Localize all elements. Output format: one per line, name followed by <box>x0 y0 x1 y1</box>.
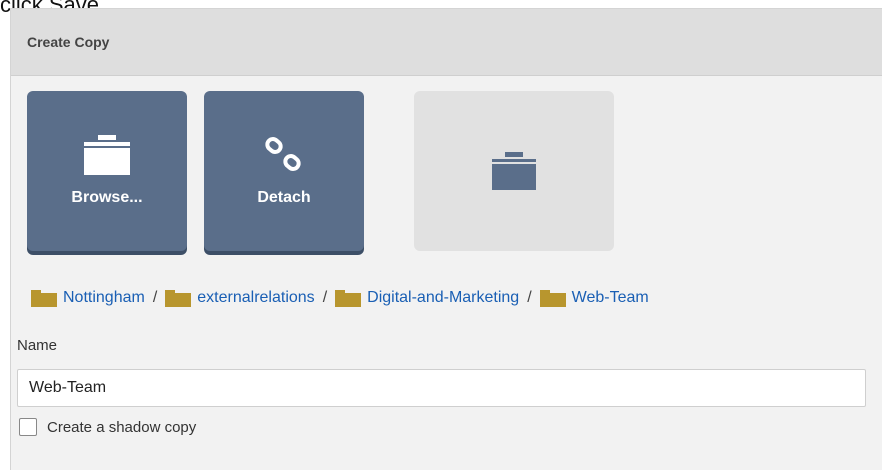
browse-button[interactable]: Browse... <box>27 91 187 251</box>
folder-icon <box>165 289 192 307</box>
breadcrumb-label: Web-Team <box>571 289 649 306</box>
breadcrumb-item-digital-and-marketing[interactable]: Digital-and-Marketing <box>335 289 519 307</box>
name-input[interactable] <box>17 369 866 407</box>
panel-title: Create Copy <box>27 34 110 50</box>
chain-link-icon <box>265 137 301 171</box>
shadow-copy-row: Create a shadow copy <box>19 418 196 436</box>
breadcrumb-label: externalrelations <box>197 289 315 306</box>
folder-icon <box>335 289 362 307</box>
folder-icon <box>492 152 536 190</box>
panel-header: Create Copy <box>11 9 882 76</box>
preview-tile <box>414 91 614 251</box>
breadcrumb: Nottingham / externalrelations / Digital… <box>31 289 649 307</box>
detach-button[interactable]: Detach <box>204 91 364 251</box>
shadow-copy-label[interactable]: Create a shadow copy <box>47 419 196 436</box>
folder-icon <box>84 135 130 175</box>
breadcrumb-separator: / <box>152 289 158 306</box>
breadcrumb-item-nottingham[interactable]: Nottingham <box>31 289 145 307</box>
breadcrumb-item-externalrelations[interactable]: externalrelations <box>165 289 315 307</box>
breadcrumb-item-web-team[interactable]: Web-Team <box>539 289 649 307</box>
breadcrumb-separator: / <box>527 289 532 306</box>
detach-label: Detach <box>257 189 311 206</box>
breadcrumb-label: Nottingham <box>63 289 145 306</box>
breadcrumb-label: Digital-and-Marketing <box>367 289 520 306</box>
folder-icon <box>31 289 57 307</box>
breadcrumb-separator: / <box>322 289 328 306</box>
name-label: Name <box>17 337 58 354</box>
browse-label: Browse... <box>71 189 143 206</box>
folder-icon <box>539 289 566 307</box>
shadow-copy-checkbox[interactable] <box>19 418 37 436</box>
